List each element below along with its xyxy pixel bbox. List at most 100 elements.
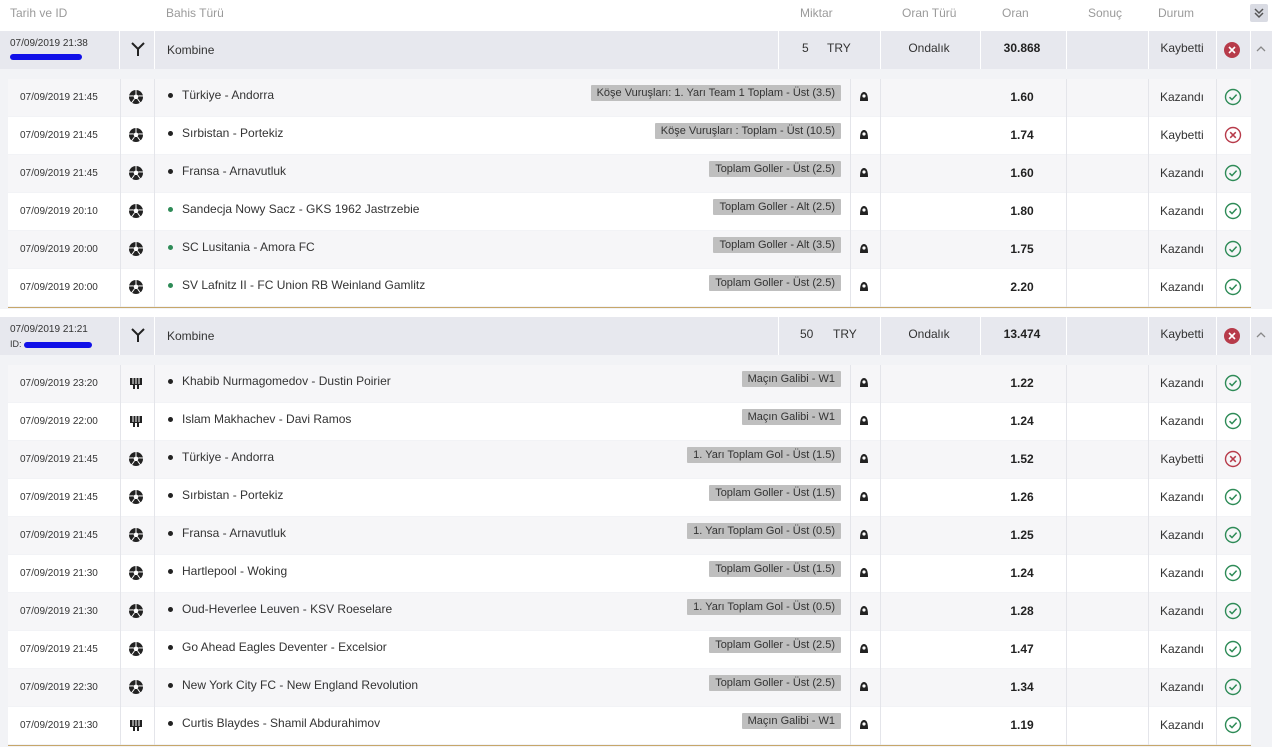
line-datetime: 07/09/2019 20:10 — [20, 206, 98, 217]
line-info-button[interactable] — [858, 90, 870, 105]
coupon-header-row[interactable]: 07/09/2019 21:21 ID: Kombine 50 TRY Ondalık 13… — [0, 317, 1272, 355]
column-divider — [1216, 441, 1217, 479]
column-divider — [1066, 517, 1067, 555]
line-info-button[interactable] — [858, 166, 870, 181]
live-info-icon — [860, 720, 868, 729]
bet-line-row[interactable]: 07/09/2019 22:00 Islam Makhachev - Davi R… — [8, 403, 1251, 441]
column-divider — [880, 707, 881, 745]
bet-line-row[interactable]: 07/09/2019 21:45 Sırbistan - Portekiz Köşe… — [8, 117, 1251, 155]
bet-line-row[interactable]: 07/09/2019 21:45 Türkiye - Andorra 1. Yarı… — [8, 441, 1251, 479]
line-info-button[interactable] — [858, 566, 870, 581]
status-dot — [168, 455, 173, 460]
column-divider — [850, 193, 851, 231]
live-info-icon — [860, 416, 868, 425]
collapse-coupon-button[interactable] — [1255, 43, 1267, 58]
coupon-id-label: ID: — [10, 339, 22, 349]
line-datetime: 07/09/2019 22:30 — [20, 682, 98, 693]
football-icon — [128, 128, 144, 142]
bet-line-row[interactable]: 07/09/2019 21:45 Türkiye - Andorra Köşe Vu… — [8, 79, 1251, 117]
bet-line-row[interactable]: 07/09/2019 21:30 Curtis Blaydes - Shamil … — [8, 707, 1251, 745]
football-icon — [128, 566, 144, 580]
column-divider — [1216, 479, 1217, 517]
line-info-button[interactable] — [858, 452, 870, 467]
line-info-button[interactable] — [858, 528, 870, 543]
column-divider — [850, 403, 851, 441]
football-sport-icon — [128, 89, 144, 105]
column-divider — [1148, 117, 1149, 155]
column-divider — [1066, 707, 1067, 745]
football-sport-icon — [128, 603, 144, 619]
coupon-lines: 07/09/2019 23:20 Khabib Nurmagomedov - Du… — [8, 365, 1251, 746]
bet-line-row[interactable]: 07/09/2019 21:45 Sırbistan - Portekiz Topl… — [8, 479, 1251, 517]
coupon-lost-badge — [1224, 328, 1240, 344]
bet-line-row[interactable]: 07/09/2019 21:45 Fransa - Arnavutluk Topla… — [8, 155, 1251, 193]
live-info-icon — [860, 130, 868, 139]
line-info-button[interactable] — [858, 242, 870, 257]
column-divider — [1066, 403, 1067, 441]
line-info-button[interactable] — [858, 604, 870, 619]
line-info-button[interactable] — [858, 128, 870, 143]
line-datetime: 07/09/2019 23:20 — [20, 378, 98, 389]
bet-line-row[interactable]: 07/09/2019 21:45 Go Ahead Eagles Deventer… — [8, 631, 1251, 669]
checkmark-circle-icon — [1224, 412, 1242, 430]
won-status — [1224, 278, 1242, 299]
expand-all-button[interactable] — [1250, 4, 1268, 22]
line-info-button[interactable] — [858, 414, 870, 429]
football-icon — [128, 90, 144, 104]
line-info-button[interactable] — [858, 280, 870, 295]
bet-line-row[interactable]: 07/09/2019 20:00 SV Lafnitz II - FC Union… — [8, 269, 1251, 307]
bet-line-row[interactable]: 07/09/2019 20:00 SC Lusitania - Amora FC T… — [8, 231, 1251, 269]
bet-line-row[interactable]: 07/09/2019 21:45 Fransa - Arnavutluk 1. Ya… — [8, 517, 1251, 555]
line-info-button[interactable] — [858, 718, 870, 733]
line-info-button[interactable] — [858, 680, 870, 695]
close-icon — [1228, 46, 1236, 54]
column-divider — [880, 403, 881, 441]
line-status: Kazandı — [1159, 604, 1205, 618]
live-info-icon — [860, 92, 868, 101]
bet-line-row[interactable]: 07/09/2019 23:20 Khabib Nurmagomedov - Du… — [8, 365, 1251, 403]
line-odd: 2.20 — [1010, 280, 1034, 294]
bet-line-row[interactable]: 07/09/2019 22:30 New York City FC - New E… — [8, 669, 1251, 707]
line-match: Sandecja Nowy Sacz - GKS 1962 Jastrzebie — [182, 202, 420, 216]
won-status — [1224, 716, 1242, 737]
line-status: Kazandı — [1159, 242, 1205, 256]
line-odd: 1.34 — [1010, 680, 1034, 694]
line-match: Hartlepool - Woking — [182, 564, 288, 578]
line-datetime: 07/09/2019 21:45 — [20, 92, 98, 103]
column-divider — [120, 441, 121, 479]
collapse-coupon-button[interactable] — [1255, 329, 1267, 344]
line-market-badge: 1. Yarı Toplam Gol - Üst (1.5) — [687, 447, 841, 463]
football-sport-icon — [128, 679, 144, 695]
column-divider — [120, 517, 121, 555]
line-info-button[interactable] — [858, 204, 870, 219]
column-divider — [880, 631, 881, 669]
column-divider — [880, 79, 881, 117]
live-info-icon — [860, 282, 868, 291]
column-divider — [880, 365, 881, 403]
bet-line-row[interactable]: 07/09/2019 21:30 Hartlepool - Woking Topla… — [8, 555, 1251, 593]
column-divider — [154, 669, 155, 707]
football-icon — [128, 642, 144, 656]
column-divider — [120, 555, 121, 593]
column-divider — [120, 155, 121, 193]
football-icon — [128, 604, 144, 618]
line-info-button[interactable] — [858, 642, 870, 657]
coupon-header-row[interactable]: 07/09/2019 21:38 Kombine 5 TRY Ondalık 30.868… — [0, 31, 1272, 69]
status-dot — [168, 93, 173, 98]
bet-line-row[interactable]: 07/09/2019 20:10 Sandecja Nowy Sacz - GKS… — [8, 193, 1251, 231]
column-divider — [850, 631, 851, 669]
header-result: Sonuç — [1088, 6, 1123, 20]
coupon-datetime: 07/09/2019 21:21 — [10, 324, 88, 335]
coupon-type: Kombine — [167, 329, 215, 343]
line-info-button[interactable] — [858, 490, 870, 505]
live-info-icon — [860, 454, 868, 463]
football-sport-icon — [128, 565, 144, 581]
line-match: Curtis Blaydes - Shamil Abdurahimov — [182, 716, 381, 730]
status-dot — [168, 493, 173, 498]
line-info-button[interactable] — [858, 376, 870, 391]
bet-line-row[interactable]: 07/09/2019 21:30 Oud-Heverlee Leuven - KS… — [8, 593, 1251, 631]
line-market-badge: Toplam Goller - Alt (2.5) — [713, 199, 841, 215]
column-divider — [850, 479, 851, 517]
status-dot — [168, 607, 173, 612]
column-divider — [1148, 707, 1149, 745]
